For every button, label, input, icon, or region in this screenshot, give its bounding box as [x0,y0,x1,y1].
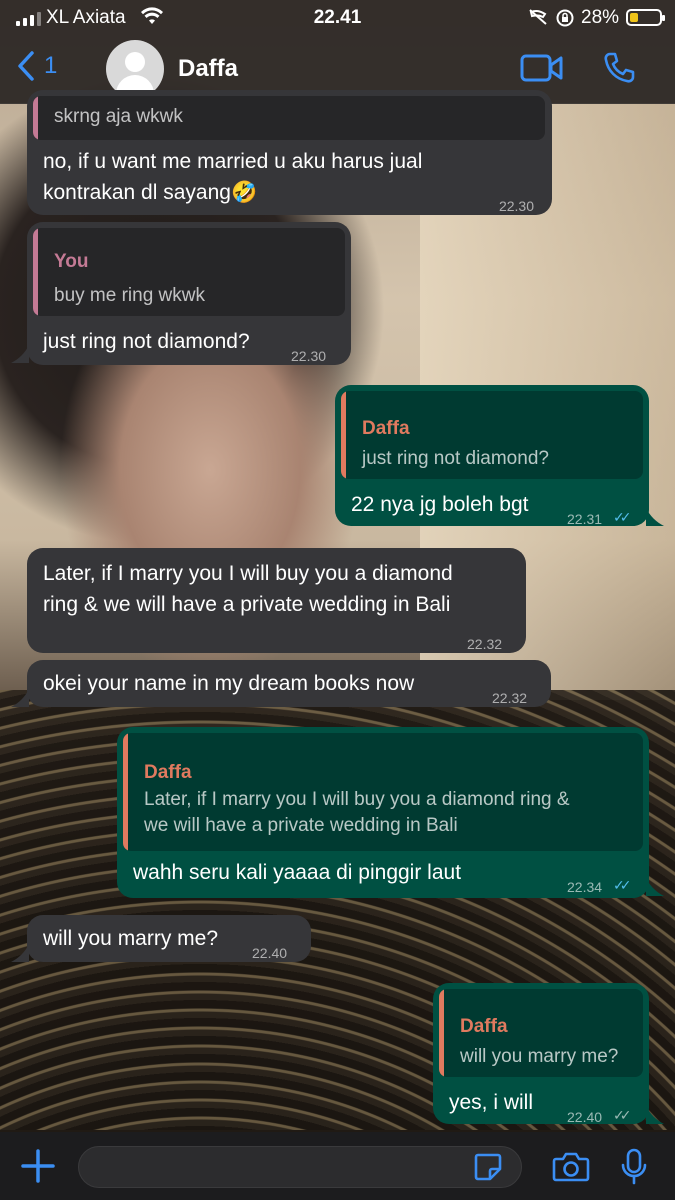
quoted-text: will you marry me? [460,1046,619,1067]
quoted-sender: Daffa [460,1016,508,1037]
quoted-sender: Daffa [144,762,192,783]
bubble-tail [11,345,29,363]
message-bubble-incoming[interactable]: Later, if I marry you I will buy you a d… [27,548,526,653]
quoted-sender: You [54,251,89,272]
message-time: 22.40 [252,945,288,961]
message-text: Later, if I marry you I will buy you a d… [43,562,453,585]
do-not-disturb-icon [529,9,547,25]
message-bubble-outgoing[interactable]: Daffa just ring not diamond? 22 nya jg b… [335,385,649,527]
quoted-text: Later, if I marry you I will buy you a d… [144,789,570,810]
message-bubble-incoming[interactable]: okei your name in my dream books now 22.… [27,660,551,707]
plus-icon[interactable] [20,1148,56,1184]
battery-icon [626,9,665,26]
quoted-sender: Daffa [362,418,410,439]
orientation-lock-icon [556,9,574,27]
message-time: 22.31 [567,511,603,527]
camera-icon[interactable] [552,1151,590,1183]
message-text: okei your name in my dream books now [43,672,415,695]
message-bubble-outgoing[interactable]: Daffa Later, if I marry you I will buy y… [117,727,649,898]
message-time: 22.30 [291,348,327,364]
bubble-tail [646,878,664,896]
status-bar: XL Axiata 22.41 28% [0,0,675,36]
delivered-receipt-icon: ✓✓ [613,1107,632,1123]
message-text: wahh seru kali yaaaa di pinggir laut [133,861,462,884]
quoted-message[interactable]: Daffa Later, if I marry you I will buy y… [123,733,643,851]
message-time: 22.34 [567,879,603,895]
bubble-tail [11,944,29,962]
message-text: no, if u want me married u aku harus jua… [43,150,423,173]
phone-call-icon[interactable] [602,51,636,85]
message-text: kontrakan dl sayang🤣 [43,181,258,204]
quoted-message[interactable]: You buy me ring wkwk [33,228,345,316]
contact-name[interactable]: Daffa [178,55,238,83]
quoted-text: just ring not diamond? [362,448,549,469]
message-time: 22.40 [567,1109,603,1125]
mic-icon[interactable] [620,1148,648,1186]
bubble-tail [646,508,664,526]
message-time: 22.30 [498,198,534,214]
quoted-text: skrng aja wkwk [54,106,183,127]
message-input[interactable] [78,1146,522,1188]
quoted-message[interactable]: Daffa will you marry me? [439,989,643,1077]
message-text: 22 nya jg boleh bgt [351,493,529,516]
message-text: ring & we will have a private wedding in… [43,593,451,616]
message-text: will you marry me? [43,927,219,950]
bubble-tail [646,1106,664,1124]
message-time: 22.32 [492,690,528,706]
video-call-icon[interactable] [520,53,564,83]
message-bubble-incoming[interactable]: skrng aja wkwk no, if u want me married … [27,90,552,215]
message-text: yes, i will [449,1091,534,1114]
quoted-text: buy me ring wkwk [54,285,205,306]
message-text: just ring not diamond? [43,330,250,353]
message-input-bar [0,1132,675,1200]
message-bubble-incoming[interactable]: will you marry me? 22.40 [27,915,311,962]
battery-percentage: 28% [581,7,620,28]
quoted-text: we will have a private wedding in Bali [144,815,458,836]
bubble-tail [11,689,29,707]
message-bubble-outgoing[interactable]: Daffa will you marry me? yes, i will 22.… [433,983,649,1125]
chevron-left-icon [18,51,34,81]
message-time: 22.32 [467,636,503,652]
back-button[interactable]: 1 [16,50,57,82]
unread-count: 1 [44,52,58,79]
read-receipt-icon: ✓✓ [613,509,632,525]
quoted-message[interactable]: Daffa just ring not diamond? [341,391,643,479]
read-receipt-icon: ✓✓ [613,877,632,893]
quoted-message[interactable]: skrng aja wkwk [33,96,545,140]
message-bubble-incoming[interactable]: You buy me ring wkwk just ring not diamo… [27,222,351,365]
sticker-icon[interactable] [473,1152,503,1182]
